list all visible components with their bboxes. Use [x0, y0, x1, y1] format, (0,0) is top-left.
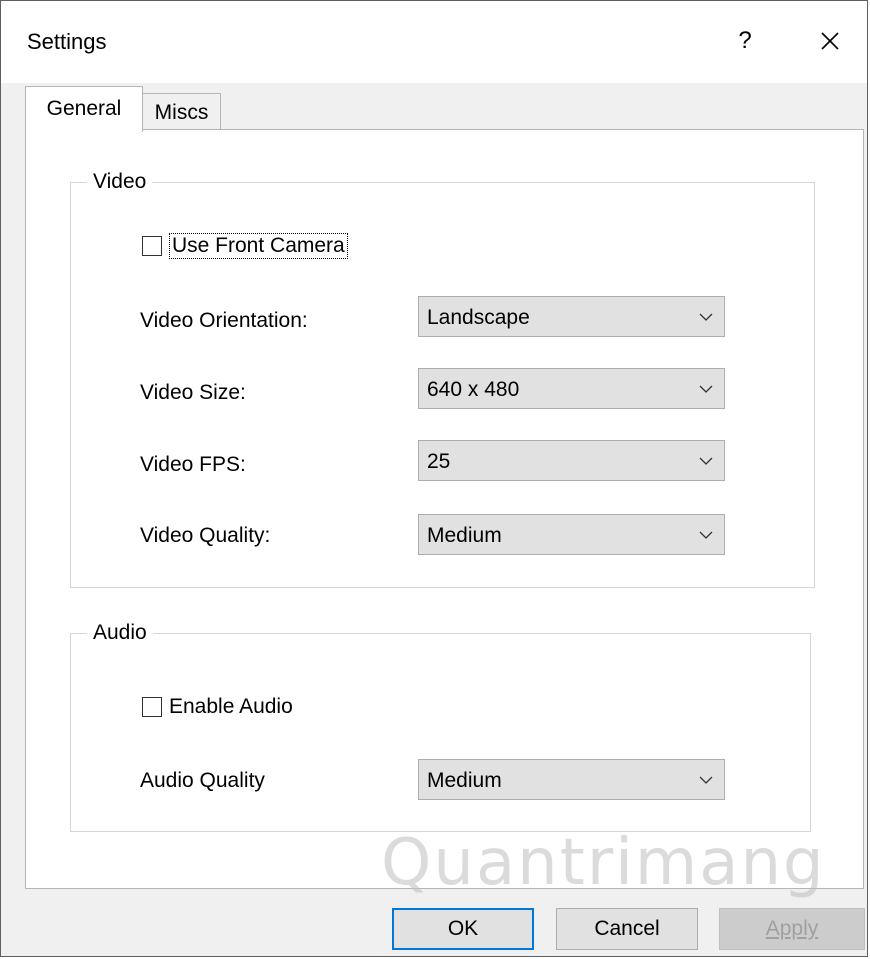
- chevron-down-icon: [699, 313, 713, 321]
- window-title: Settings: [27, 29, 107, 54]
- chevron-down-icon: [699, 531, 713, 539]
- audio-group: Audio Enable Audio Audio Quality Medium: [70, 621, 811, 832]
- video-orientation-select[interactable]: Landscape: [418, 296, 725, 337]
- general-tab-panel: Video Use Front Camera Video Orientation…: [25, 129, 864, 889]
- video-group-legend: Video: [87, 170, 153, 194]
- cancel-button[interactable]: Cancel: [556, 908, 698, 950]
- chevron-down-icon: [699, 457, 713, 465]
- enable-audio-checkbox[interactable]: Enable Audio: [142, 695, 293, 719]
- audio-quality-select[interactable]: Medium: [418, 759, 725, 800]
- use-front-camera-checkbox[interactable]: Use Front Camera: [142, 233, 348, 259]
- audio-group-legend: Audio: [87, 621, 153, 645]
- chevron-down-icon: [699, 385, 713, 393]
- chevron-down-icon: [699, 776, 713, 784]
- title-bar: Settings ?: [1, 1, 867, 83]
- video-orientation-label: Video Orientation:: [140, 309, 308, 332]
- enable-audio-label: Enable Audio: [169, 695, 293, 718]
- apply-button[interactable]: Apply: [719, 908, 865, 950]
- front-camera-label: Use Front Camera: [169, 233, 348, 259]
- video-quality-select[interactable]: Medium: [418, 514, 725, 555]
- audio-quality-label: Audio Quality: [140, 769, 265, 792]
- video-size-label: Video Size:: [140, 381, 246, 404]
- video-quality-label: Video Quality:: [140, 524, 271, 547]
- video-fps-select[interactable]: 25: [418, 440, 725, 481]
- front-camera-checkbox-box[interactable]: [142, 236, 162, 256]
- settings-dialog: Settings ? General Miscs Video Use Front…: [0, 0, 868, 957]
- video-size-select[interactable]: 640 x 480: [418, 368, 725, 409]
- video-quality-value: Medium: [427, 524, 502, 547]
- video-size-value: 640 x 480: [427, 378, 520, 401]
- apply-button-label: Apply: [765, 917, 819, 940]
- close-button[interactable]: [810, 23, 850, 61]
- ok-button[interactable]: OK: [392, 908, 534, 950]
- help-button[interactable]: ?: [727, 23, 763, 59]
- close-icon: [821, 32, 839, 50]
- tab-general[interactable]: General: [25, 86, 143, 132]
- video-fps-label: Video FPS:: [140, 453, 246, 476]
- audio-quality-value: Medium: [427, 769, 502, 792]
- video-group: Video Use Front Camera Video Orientation…: [70, 170, 815, 588]
- enable-audio-checkbox-box[interactable]: [142, 697, 162, 717]
- video-fps-value: 25: [427, 450, 451, 473]
- video-orientation-value: Landscape: [427, 306, 530, 329]
- tab-miscs[interactable]: Miscs: [142, 93, 221, 130]
